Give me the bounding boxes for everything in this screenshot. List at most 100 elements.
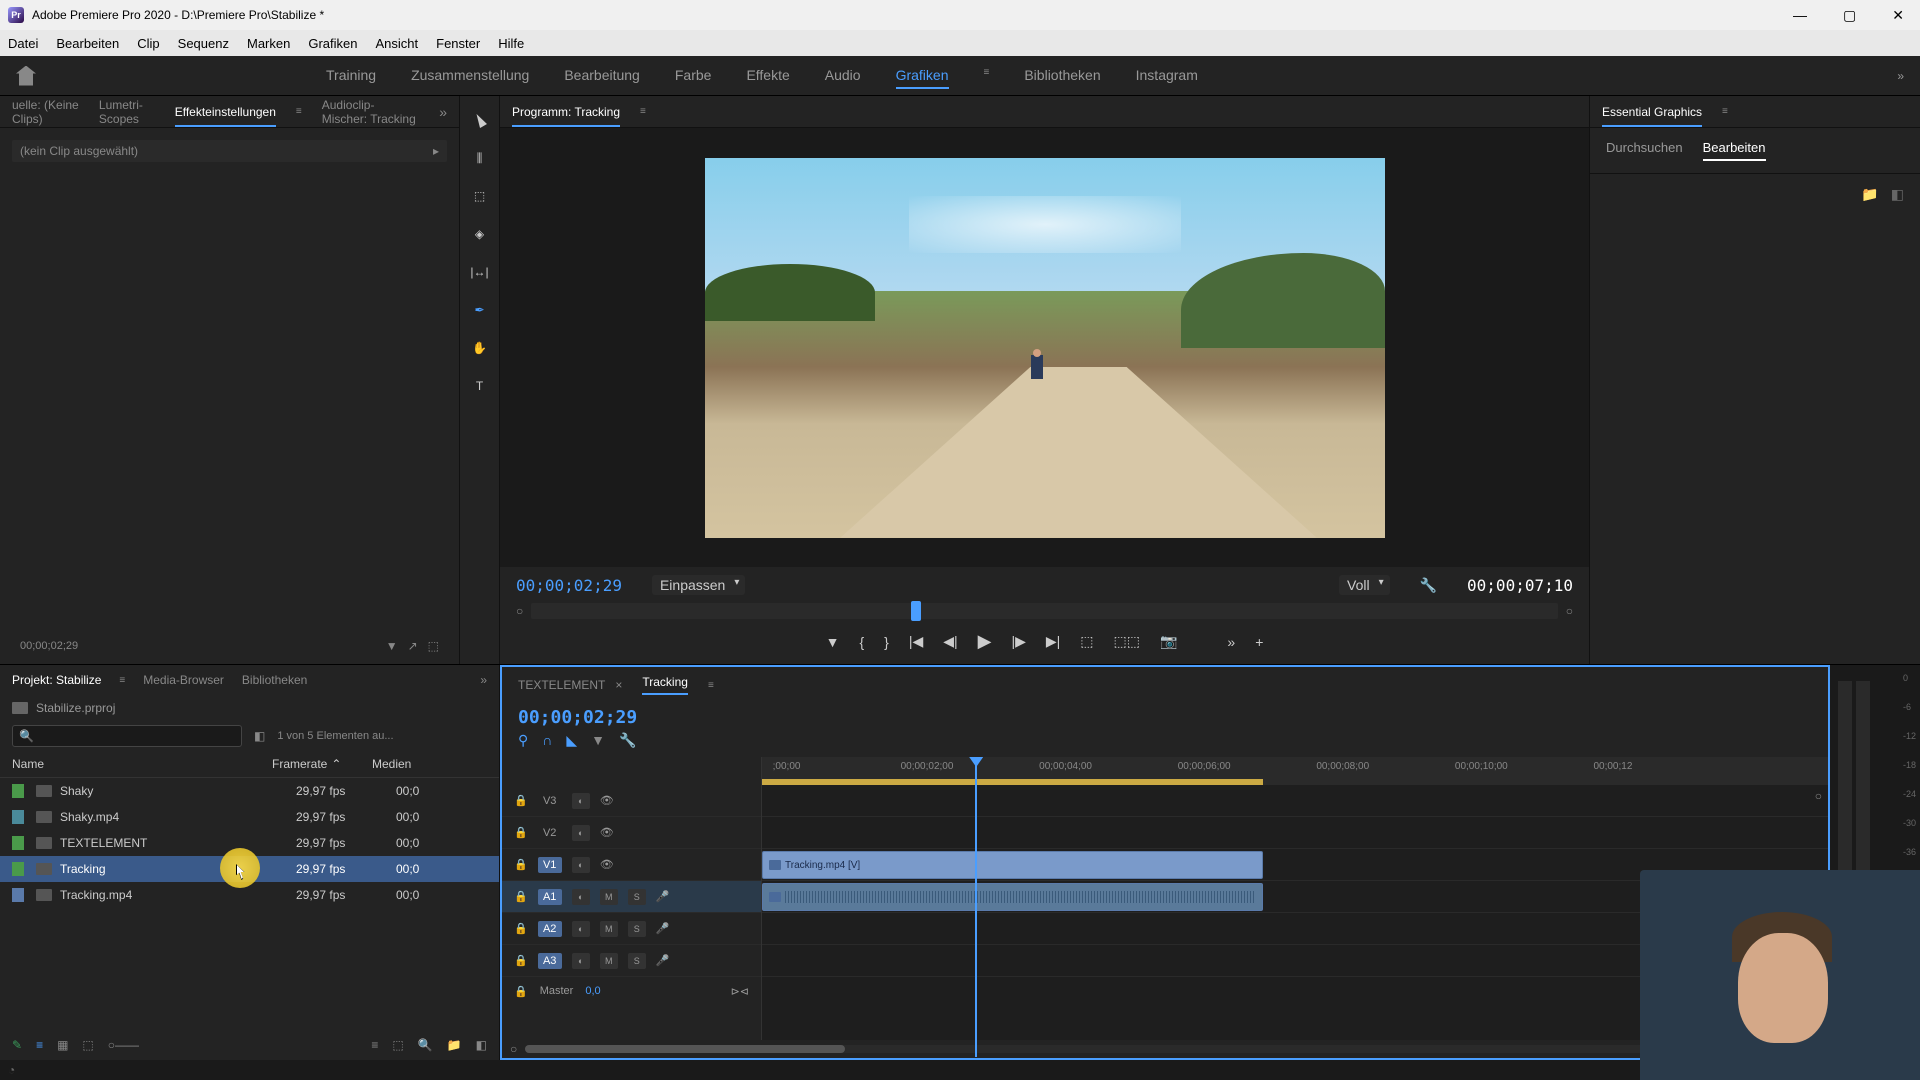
track-header-a2[interactable]: 🔒 A2 ◐ M S 🎤 bbox=[502, 913, 761, 945]
scroll-thumb[interactable] bbox=[525, 1045, 845, 1053]
menu-help[interactable]: Hilfe bbox=[498, 36, 524, 51]
track-lane-v2[interactable] bbox=[762, 817, 1828, 849]
step-forward-button[interactable]: |▶ bbox=[1011, 633, 1025, 650]
track-label-v3[interactable]: V3 bbox=[538, 793, 562, 809]
automate-icon[interactable]: ⬚ bbox=[392, 1038, 403, 1052]
tab-audio-mixer[interactable]: Audioclip-Mischer: Tracking bbox=[322, 98, 419, 126]
rotate-tool-icon[interactable]: ◈ bbox=[468, 222, 492, 246]
window-maximize-button[interactable]: ▢ bbox=[1835, 7, 1864, 24]
type-tool-icon[interactable]: T bbox=[468, 374, 492, 398]
project-item-shaky[interactable]: Shaky 29,97 fps 00;0 bbox=[0, 778, 499, 804]
workspace-overflow-icon[interactable]: » bbox=[1897, 69, 1904, 83]
project-item-tracking[interactable]: Tracking 29,97 fps 00;0 bbox=[0, 856, 499, 882]
video-clip-tracking[interactable]: Tracking.mp4 [V] bbox=[762, 851, 1263, 879]
vertical-align-tool-icon[interactable]: ⫼ bbox=[468, 146, 492, 170]
track-master[interactable]: 🔒 Master 0,0 ⊳⊲ bbox=[502, 977, 761, 1005]
lock-icon[interactable]: 🔒 bbox=[514, 890, 528, 903]
track-lane-v3[interactable] bbox=[762, 785, 1828, 817]
solo-button[interactable]: S bbox=[628, 953, 646, 969]
freeform-view-icon[interactable]: ⬚ bbox=[82, 1038, 93, 1052]
new-bin-icon[interactable]: 📁 bbox=[447, 1038, 462, 1052]
track-toggle-icon[interactable]: ◐ bbox=[572, 857, 590, 873]
eg-edit-tab[interactable]: Bearbeiten bbox=[1703, 140, 1766, 161]
menu-window[interactable]: Fenster bbox=[436, 36, 480, 51]
project-item-tracking-mp4[interactable]: Tracking.mp4 29,97 fps 00;0 bbox=[0, 882, 499, 908]
hand-tool-icon[interactable]: ✋ bbox=[468, 336, 492, 360]
filter-icon[interactable]: ▼ bbox=[386, 639, 398, 653]
track-header-v2[interactable]: 🔒 V2 ◐ 👁 bbox=[502, 817, 761, 849]
mute-button[interactable]: M bbox=[600, 953, 618, 969]
label-color[interactable] bbox=[12, 862, 24, 876]
tab-lumetri-scopes[interactable]: Lumetri-Scopes bbox=[99, 98, 155, 126]
zoom-slider[interactable]: ○—— bbox=[108, 1038, 139, 1052]
menu-edit[interactable]: Bearbeiten bbox=[56, 36, 119, 51]
column-name[interactable]: Name bbox=[12, 757, 272, 771]
icon-view-icon[interactable]: ▦ bbox=[57, 1038, 68, 1052]
essential-graphics-title[interactable]: Essential Graphics bbox=[1602, 105, 1702, 127]
scrubber-handle[interactable] bbox=[911, 601, 921, 621]
linked-selection-icon[interactable]: ∩ bbox=[542, 732, 552, 749]
tab-effect-controls[interactable]: Effekteinstellungen bbox=[175, 105, 276, 127]
menu-markers[interactable]: Marken bbox=[247, 36, 290, 51]
program-current-timecode[interactable]: 00;00;02;29 bbox=[516, 576, 622, 595]
workspace-training[interactable]: Training bbox=[326, 63, 376, 89]
scroll-left-icon[interactable]: ○ bbox=[510, 1042, 517, 1056]
track-toggle-icon[interactable]: ◐ bbox=[572, 825, 590, 841]
go-to-out-button[interactable]: ▶| bbox=[1046, 633, 1060, 650]
zoom-fit-dropdown[interactable]: Einpassen bbox=[652, 575, 745, 595]
settings-wrench-icon[interactable]: 🔧 bbox=[1420, 577, 1437, 594]
scrubber-out-left[interactable]: ○ bbox=[516, 604, 523, 618]
timeline-timecode[interactable]: 00;00;02;29 bbox=[518, 707, 637, 728]
project-overflow-icon[interactable]: » bbox=[480, 673, 487, 687]
track-label-a1[interactable]: A1 bbox=[538, 889, 562, 905]
program-scrubber[interactable] bbox=[531, 603, 1558, 619]
label-color[interactable] bbox=[12, 784, 24, 798]
tab-menu-icon[interactable]: ≡ bbox=[296, 106, 302, 117]
label-color[interactable] bbox=[12, 836, 24, 850]
expand-icon[interactable]: ▸ bbox=[433, 144, 439, 158]
menu-graphics[interactable]: Grafiken bbox=[308, 36, 357, 51]
tab-project[interactable]: Projekt: Stabilize bbox=[12, 673, 101, 687]
eg-folder-icon[interactable]: 📁 bbox=[1861, 186, 1878, 203]
mute-button[interactable]: M bbox=[600, 889, 618, 905]
project-tab-menu-icon[interactable]: ≡ bbox=[119, 675, 125, 686]
workspace-instagram[interactable]: Instagram bbox=[1136, 63, 1198, 89]
workspace-color[interactable]: Farbe bbox=[675, 63, 712, 89]
track-toggle-icon[interactable]: ◐ bbox=[572, 953, 590, 969]
tab-source[interactable]: uelle: (Keine Clips) bbox=[12, 98, 79, 126]
mic-icon[interactable]: 🎤 bbox=[656, 890, 670, 903]
workspace-assembly[interactable]: Zusammenstellung bbox=[411, 63, 529, 89]
go-to-in-button[interactable]: |◀ bbox=[909, 633, 923, 650]
program-video-display[interactable] bbox=[500, 128, 1589, 567]
timeline-marker-icon[interactable]: ▼ bbox=[591, 732, 605, 749]
track-toggle-icon[interactable]: ◐ bbox=[572, 889, 590, 905]
eg-menu-icon[interactable]: ≡ bbox=[1722, 106, 1728, 117]
label-color[interactable] bbox=[12, 810, 24, 824]
lock-icon[interactable]: 🔒 bbox=[514, 826, 528, 839]
column-media[interactable]: Medien bbox=[372, 757, 487, 771]
timeline-tab-menu-icon[interactable]: ≡ bbox=[708, 680, 714, 691]
program-menu-icon[interactable]: ≡ bbox=[640, 106, 646, 117]
add-marker-icon[interactable]: ◣ bbox=[566, 732, 577, 749]
settings-icon[interactable]: ⬚ bbox=[428, 639, 439, 653]
lock-icon[interactable]: 🔒 bbox=[514, 954, 528, 967]
pen-view-icon[interactable]: ✎ bbox=[12, 1038, 22, 1052]
timeline-horizontal-scrollbar[interactable] bbox=[525, 1045, 1805, 1053]
eg-new-layer-icon[interactable]: ◧ bbox=[1891, 186, 1904, 203]
workspace-menu-icon[interactable]: ≡ bbox=[984, 63, 990, 89]
lock-icon[interactable]: 🔒 bbox=[514, 858, 528, 871]
lock-icon[interactable]: 🔒 bbox=[514, 794, 528, 807]
menu-file[interactable]: Datei bbox=[8, 36, 38, 51]
snap-icon[interactable]: ⚲ bbox=[518, 732, 528, 749]
list-view-icon[interactable]: ≡ bbox=[36, 1038, 43, 1052]
timeline-playhead[interactable] bbox=[975, 757, 977, 1057]
new-item-icon[interactable]: ◧ bbox=[476, 1038, 487, 1052]
mic-icon[interactable]: 🎤 bbox=[656, 922, 670, 935]
filter-bin-icon[interactable]: ◧ bbox=[254, 729, 265, 743]
mic-icon[interactable]: 🎤 bbox=[656, 954, 670, 967]
menu-sequence[interactable]: Sequenz bbox=[178, 36, 229, 51]
column-framerate[interactable]: Framerate⌃ bbox=[272, 757, 372, 771]
menu-clip[interactable]: Clip bbox=[137, 36, 159, 51]
workspace-editing[interactable]: Bearbeitung bbox=[564, 63, 640, 89]
eye-icon[interactable]: 👁 bbox=[600, 858, 614, 871]
